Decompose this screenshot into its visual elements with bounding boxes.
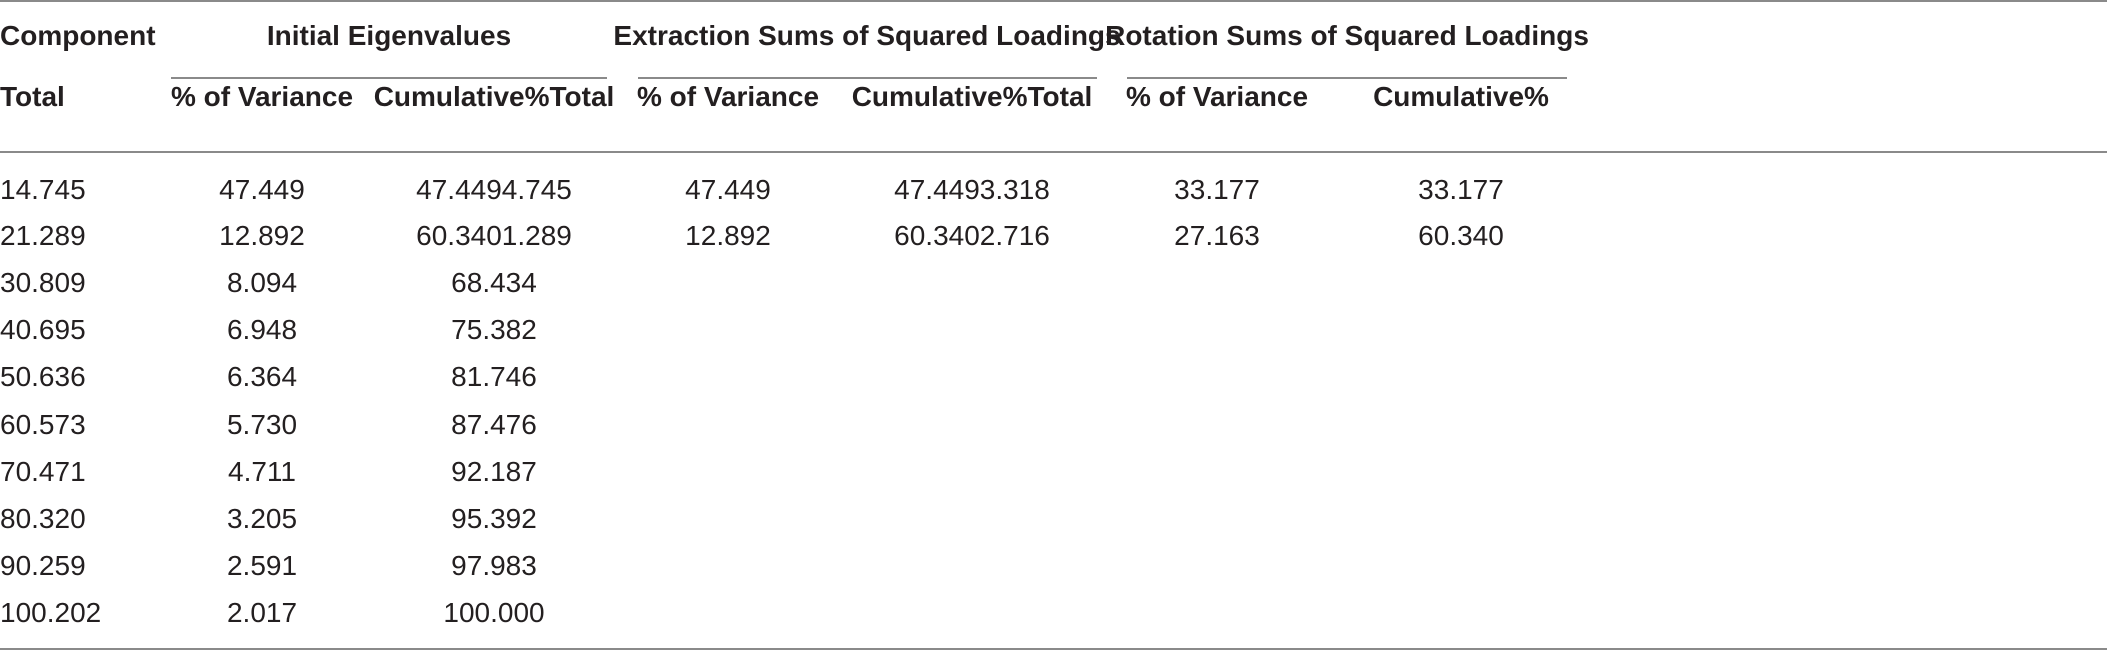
cell-cumulative-total: 81.746 [451, 361, 537, 392]
cell-variance: 8.094 [226, 267, 298, 298]
cell-rotation-cumulative: 60.340 [1418, 220, 1504, 251]
cell-variance: 3.205 [226, 503, 298, 534]
group-rule-initial [171, 77, 607, 79]
cell-total: 30.809 [0, 267, 86, 298]
subheader-variance-extraction: % of Variance [636, 81, 820, 112]
group-rule-rotation [1127, 77, 1567, 79]
header-component: Component [0, 20, 156, 51]
cell-total: 80.320 [0, 503, 86, 534]
subheader-cumulative-total-initial: Cumulative%Total [373, 81, 615, 112]
cell-total: 50.636 [0, 361, 86, 392]
cell-cumulative-total: 92.187 [451, 456, 537, 487]
cell-cumulative-total: 75.382 [451, 314, 537, 345]
cell-total: 40.695 [0, 314, 86, 345]
cell-total: 70.471 [0, 456, 86, 487]
cell-extraction-variance: 12.892 [685, 220, 771, 251]
cell-variance: 2.591 [226, 550, 298, 581]
cell-variance: 5.730 [226, 409, 298, 440]
cell-variance: 6.948 [226, 314, 298, 345]
cell-variance: 12.892 [219, 220, 305, 251]
cell-total: 14.745 [0, 174, 86, 205]
cell-cumulative-total: 60.3401.289 [416, 220, 572, 251]
cell-cumulative-total: 95.392 [451, 503, 537, 534]
header-extraction-sums: Extraction Sums of Squared Loadings [613, 20, 1121, 51]
cell-variance: 6.364 [226, 361, 298, 392]
bottom-rule [0, 648, 2107, 650]
cell-total: 21.289 [0, 220, 86, 251]
cell-variance: 2.017 [226, 597, 298, 628]
cell-rotation-variance: 33.177 [1174, 174, 1260, 205]
subheader-cumulative-total-extraction: Cumulative%Total [851, 81, 1093, 112]
cell-variance: 4.711 [228, 456, 296, 487]
header-rule [0, 151, 2107, 153]
cell-variance: 47.449 [219, 174, 305, 205]
cell-rotation-variance: 27.163 [1174, 220, 1260, 251]
cell-total: 60.573 [0, 409, 86, 440]
header-rotation-sums: Rotation Sums of Squared Loadings [1105, 20, 1589, 51]
subheader-total: Total [0, 81, 65, 112]
subheader-variance-rotation: % of Variance [1125, 81, 1309, 112]
subheader-cumulative-rotation: Cumulative% [1373, 81, 1549, 112]
cell-cumulative-total: 47.4494.745 [416, 174, 572, 205]
cell-cumulative-total: 97.983 [451, 550, 537, 581]
cell-total: 90.259 [0, 550, 86, 581]
cell-cumulative-total: 87.476 [451, 409, 537, 440]
group-rule-extraction [638, 77, 1097, 79]
cell-cumulative-total: 68.434 [451, 267, 537, 298]
cell-extraction-variance: 47.449 [685, 174, 771, 205]
subheader-variance-initial: % of Variance [170, 81, 354, 112]
cell-rotation-cumulative: 33.177 [1418, 174, 1504, 205]
cell-extraction-cumulative-total: 60.3402.716 [894, 220, 1050, 251]
cell-extraction-cumulative-total: 47.4493.318 [894, 174, 1050, 205]
cell-total: 100.202 [0, 597, 102, 628]
header-initial-eigenvalues: Initial Eigenvalues [266, 20, 512, 51]
cell-cumulative-total: 100.000 [443, 597, 545, 628]
top-rule [0, 0, 2107, 2]
